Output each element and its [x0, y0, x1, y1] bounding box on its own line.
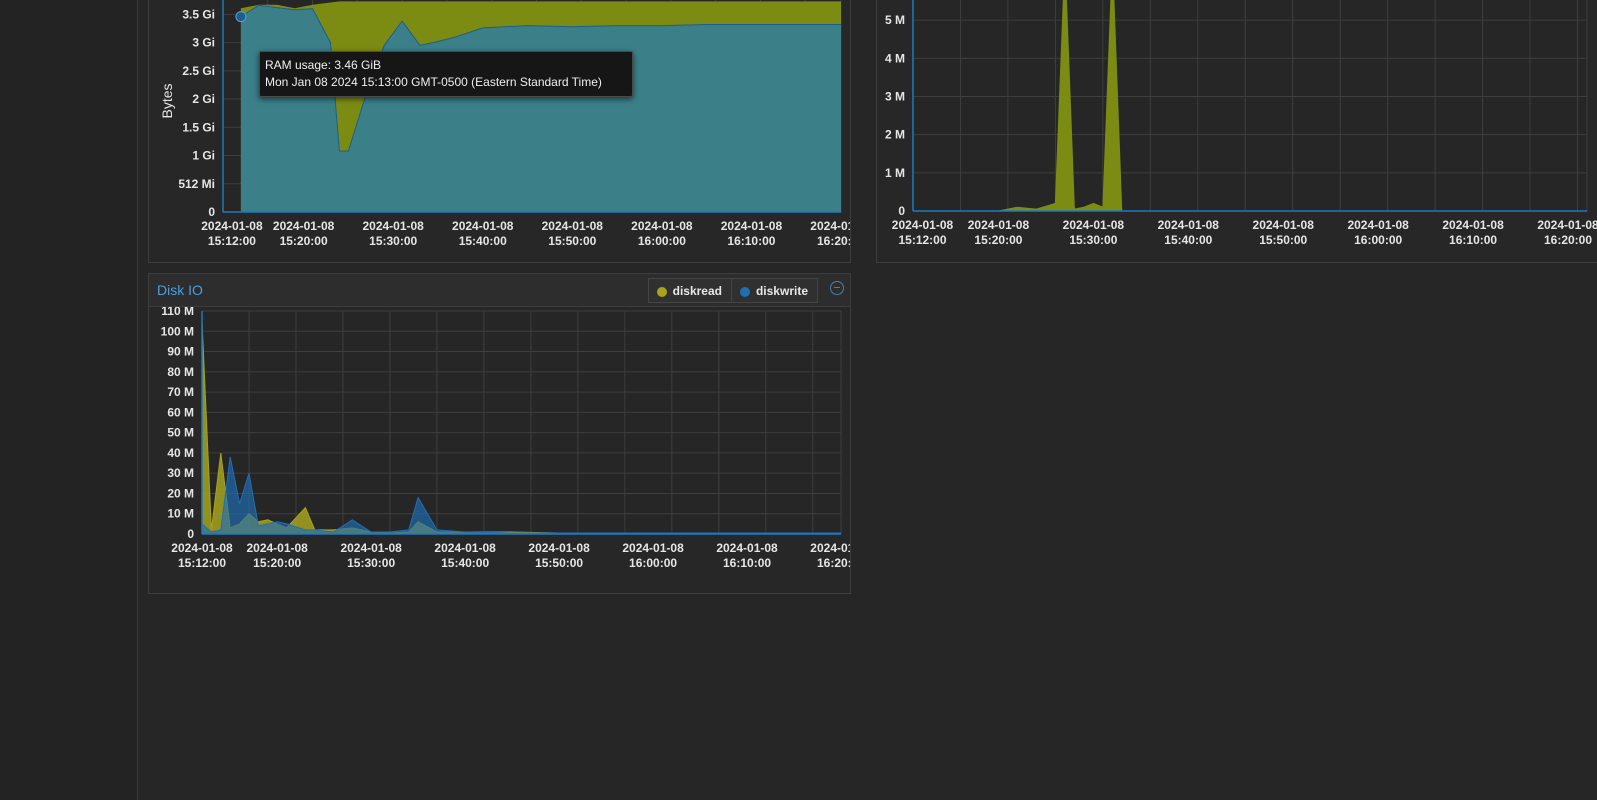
x-tick-date: 2024-01-08	[362, 219, 424, 233]
x-tick-time: 15:50:00	[535, 556, 583, 570]
x-tick-date: 2024-01-08	[721, 219, 783, 233]
legend-item-diskread[interactable]: diskread	[649, 279, 731, 302]
x-tick-date: 2024-01-08	[542, 219, 604, 233]
plot-area	[201, 310, 842, 535]
y-tick-label: 30 M	[167, 466, 194, 480]
y-tick-label: 512 Mi	[178, 177, 215, 191]
panel-title: Disk IO	[157, 282, 203, 298]
x-tick-time: 15:12:00	[898, 233, 946, 247]
y-tick-label: 0	[208, 205, 215, 219]
x-tick-date: 2024-01-08	[528, 541, 590, 555]
x-tick-time: 16:00:00	[1354, 233, 1402, 247]
y-tick-label: 100 M	[161, 324, 194, 338]
disk-io-panel: Disk IO diskread diskwrite 0 10 M 20 M 30 M…	[148, 273, 851, 594]
x-tick-time: 16:20:00	[1544, 233, 1592, 247]
y-tick-label: 10 M	[167, 507, 194, 521]
y-tick-label: 70 M	[167, 385, 194, 399]
x-tick-date: 2024-01-08	[810, 219, 850, 233]
y-tick-label: 2 Gi	[192, 92, 215, 106]
y-tick-label: 0	[187, 527, 194, 541]
x-tick-time: 15:40:00	[1164, 233, 1212, 247]
minus-circle-icon[interactable]	[830, 281, 844, 295]
x-tick-time: 16:10:00	[1449, 233, 1497, 247]
hover-point-marker	[236, 12, 246, 22]
x-tick-time: 16:10:00	[727, 234, 775, 248]
y-tick-label: 2 M	[885, 128, 905, 142]
y-tick-label: 0	[898, 204, 905, 218]
y-tick-label: 20 M	[167, 486, 194, 500]
y-tick-label: 3 M	[885, 89, 905, 103]
x-tick-time: 16:10:00	[723, 556, 771, 570]
y-tick-label: 3.5 Gi	[182, 7, 215, 21]
x-tick-time: 15:12:00	[178, 556, 226, 570]
disk-io-header: Disk IO diskread diskwrite	[149, 274, 850, 307]
legend-label: diskread	[672, 283, 722, 298]
x-tick-time: 15:50:00	[548, 234, 596, 248]
y-tick-label: 1 M	[885, 166, 905, 180]
x-tick-date: 2024-01-08	[716, 541, 778, 555]
memory-usage-chart[interactable]: 0 512 Mi 1 Gi 1.5 Gi 2 Gi 2.5 Gi 3 Gi 3.5 Gi 202…	[149, 0, 850, 262]
x-tick-date: 2024-01-08	[273, 219, 335, 233]
x-tick-time: 15:30:00	[347, 556, 395, 570]
x-tick-time: 15:50:00	[1259, 233, 1307, 247]
ram-usage-tooltip: RAM usage: 3.46 GiB Mon Jan 08 2024 15:1…	[259, 51, 633, 97]
y-tick-label: 1.5 Gi	[182, 120, 215, 134]
x-tick-time: 15:20:00	[974, 233, 1022, 247]
y-tick-label: 3 Gi	[192, 36, 215, 50]
x-tick-time: 15:20:00	[253, 556, 301, 570]
x-tick-date: 2024-01-08	[810, 541, 850, 555]
y-tick-label: 110 M	[161, 307, 194, 318]
tooltip-timestamp: Mon Jan 08 2024 15:13:00 GMT-0500 (Easte…	[265, 75, 602, 89]
x-tick-date: 2024-01-08	[452, 219, 514, 233]
x-tick-time: 16:00:00	[629, 556, 677, 570]
legend-item-diskwrite[interactable]: diskwrite	[730, 279, 817, 302]
x-tick-date: 2024-01-08	[892, 218, 954, 232]
x-tick-date: 2024-01-08	[171, 541, 233, 555]
x-tick-time: 16:00:00	[638, 234, 686, 248]
y-tick-label: 80 M	[167, 365, 194, 379]
x-tick-date: 2024-01-08	[968, 218, 1030, 232]
x-tick-time: 15:30:00	[369, 234, 417, 248]
x-tick-time: 16:20:00	[817, 234, 850, 248]
x-tick-time: 15:40:00	[459, 234, 507, 248]
diskwrite-dot-icon	[739, 286, 750, 297]
x-tick-date: 2024-01-08	[1347, 218, 1409, 232]
y-axis-label: Bytes	[159, 83, 175, 118]
y-tick-label: 1 Gi	[192, 149, 215, 163]
x-tick-date: 2024-01-08	[340, 541, 402, 555]
y-tick-label: 40 M	[167, 446, 194, 460]
memory-panel: 0 512 Mi 1 Gi 1.5 Gi 2 Gi 2.5 Gi 3 Gi 3.5 Gi 202…	[148, 0, 851, 263]
x-tick-date: 2024-01-08	[201, 219, 263, 233]
x-tick-time: 16:20:00	[817, 556, 850, 570]
x-tick-time: 15:30:00	[1069, 233, 1117, 247]
x-tick-date: 2024-01-08	[1063, 218, 1125, 232]
diskread-dot-icon	[656, 286, 667, 297]
network-traffic-chart[interactable]: 01 M2 M3 M4 M5 M6 M2024-01-0815:12:00202…	[877, 0, 1597, 262]
chart-legend: diskread diskwrite	[647, 278, 818, 303]
tooltip-value: RAM usage: 3.46 GiB	[265, 58, 382, 72]
x-tick-date: 2024-01-08	[1442, 218, 1504, 232]
plot-area	[912, 0, 1588, 212]
y-tick-label: 90 M	[167, 345, 194, 359]
disk-io-chart[interactable]: 0 10 M 20 M 30 M 40 M 50 M 60 M 70 M 80 M 90 M 100…	[149, 307, 850, 592]
x-tick-date: 2024-01-08	[631, 219, 693, 233]
y-tick-label: 4 M	[885, 51, 905, 65]
x-tick-date: 2024-01-08	[434, 541, 496, 555]
x-tick-time: 15:12:00	[208, 234, 256, 248]
network-traffic-panel: 01 M2 M3 M4 M5 M6 M2024-01-0815:12:00202…	[876, 0, 1597, 263]
x-tick-date: 2024-01-08	[1158, 218, 1220, 232]
x-tick-date: 2024-01-08	[1253, 218, 1315, 232]
x-tick-time: 15:40:00	[441, 556, 489, 570]
y-tick-label: 5 M	[885, 13, 905, 27]
y-tick-label: 2.5 Gi	[182, 64, 215, 78]
y-tick-label: 60 M	[167, 405, 194, 419]
y-tick-label: 50 M	[167, 426, 194, 440]
x-tick-date: 2024-01-08	[246, 541, 308, 555]
x-tick-date: 2024-01-08	[622, 541, 684, 555]
left-sidebar	[0, 0, 138, 800]
x-tick-date: 2024-01-08	[1537, 218, 1597, 232]
x-tick-time: 15:20:00	[280, 234, 328, 248]
legend-label: diskwrite	[755, 283, 808, 298]
